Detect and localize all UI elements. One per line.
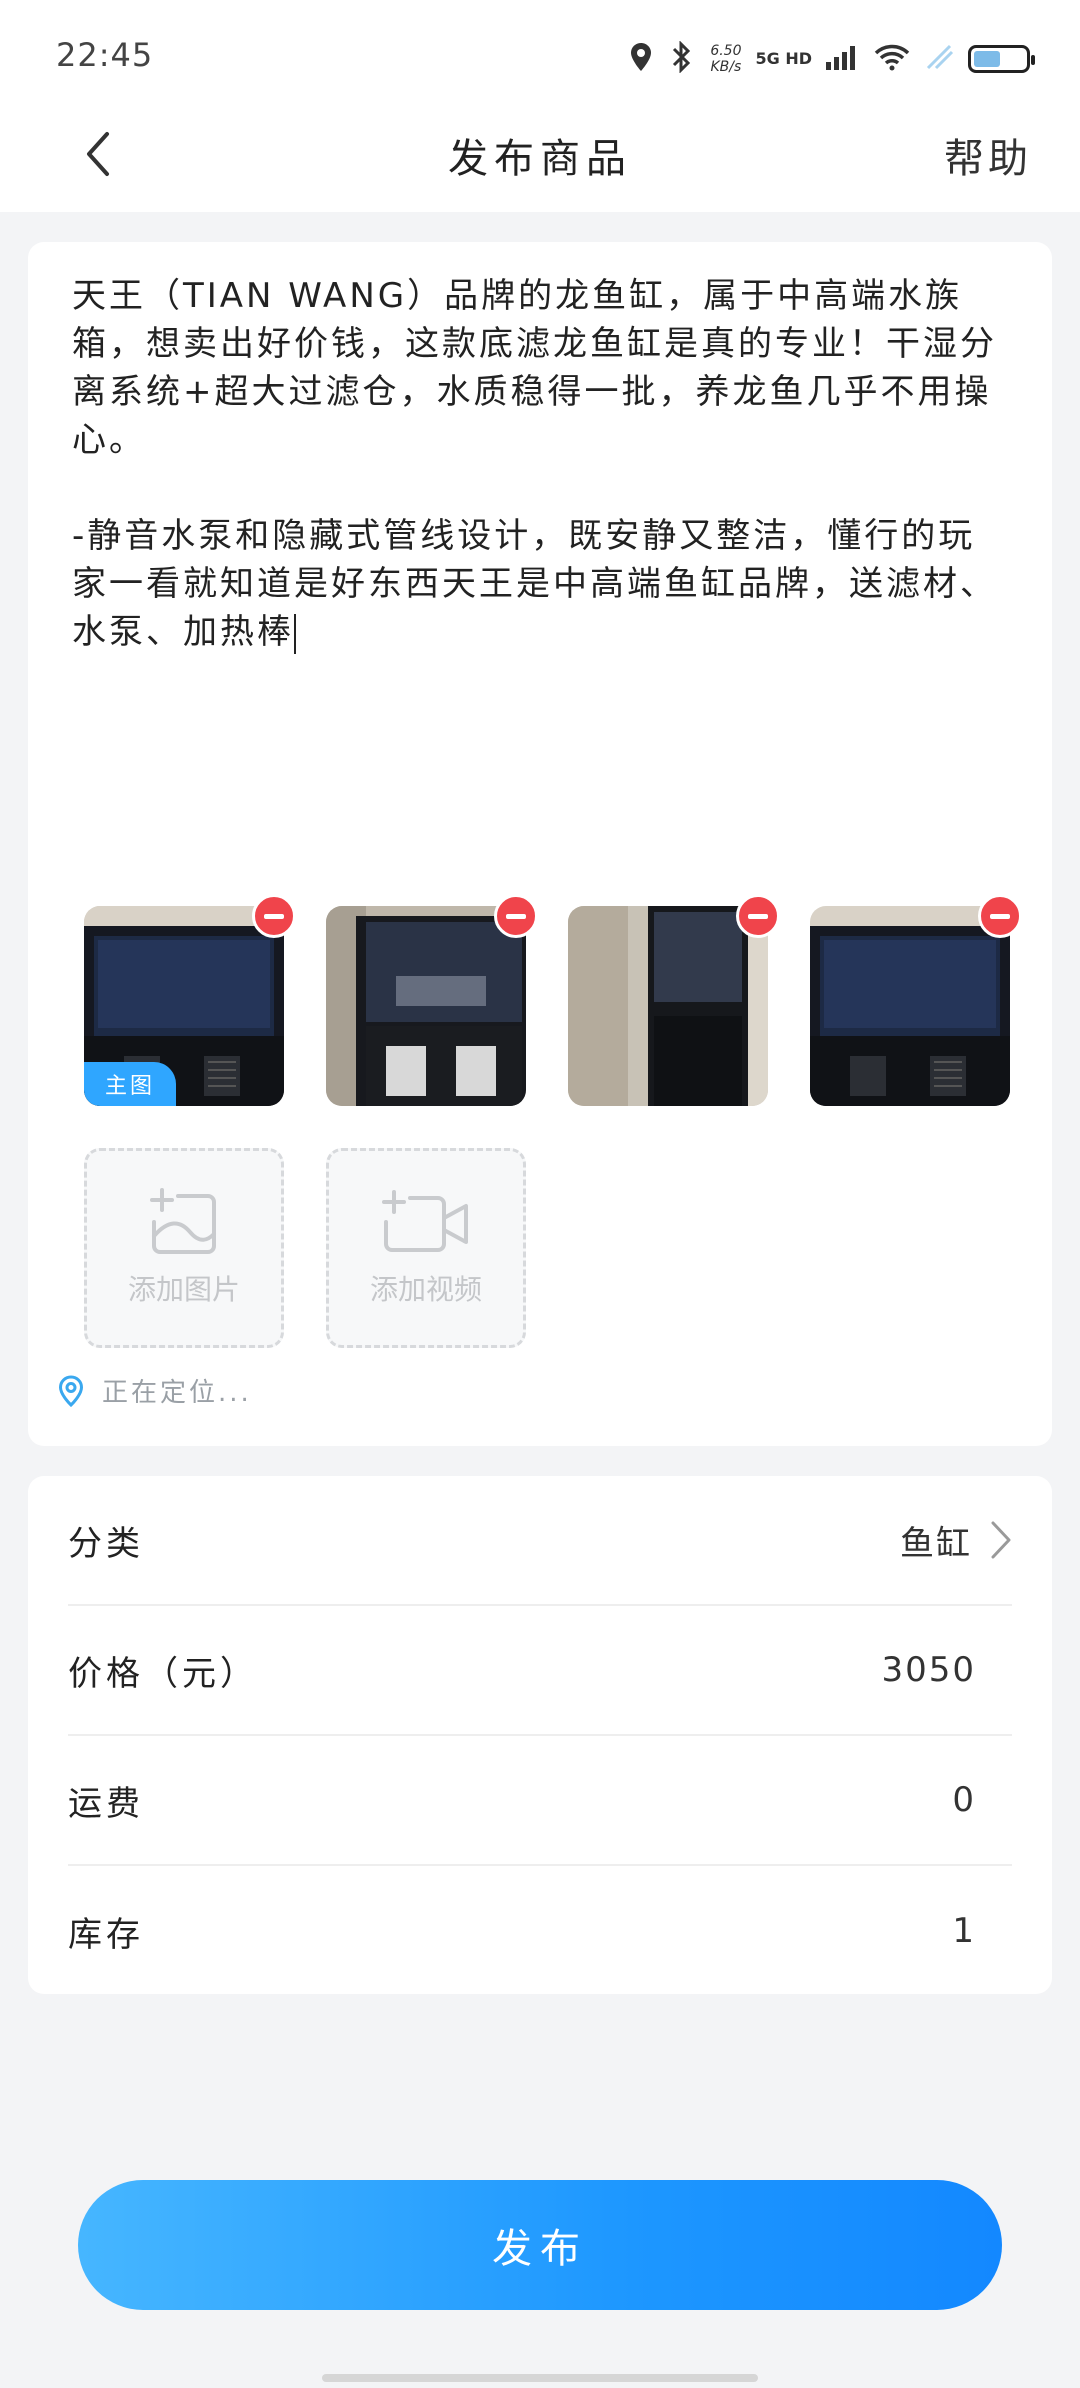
minus-icon [264,913,284,919]
minus-icon [506,913,526,919]
price-input[interactable]: 3050 [881,1650,976,1690]
minus-icon [748,913,768,919]
description-text: 天王（TIAN WANG）品牌的龙鱼缸，属于中高端水族箱，想卖出好价钱，这款底滤… [72,276,997,652]
listing-content-card: 天王（TIAN WANG）品牌的龙鱼缸，属于中高端水族箱，想卖出好价钱，这款底滤… [28,242,1052,1446]
shipping-row[interactable]: 运费 0 [68,1736,1012,1866]
photo-thumbnail[interactable] [326,894,538,1106]
location-status: 正在定位... [102,1378,252,1408]
net-speed: 6.50 KB/s [710,43,742,75]
battery-icon [968,45,1035,73]
location-row[interactable]: 正在定位... [58,1372,252,1409]
aquarium-photo [326,906,526,1106]
photo-thumbnail[interactable] [810,894,1022,1106]
help-link[interactable]: 帮助 [944,126,1032,184]
add-video-label: 添加视频 [369,1273,482,1306]
photo-thumbnail[interactable]: 主图 [84,894,296,1106]
minus-icon [990,913,1010,919]
network-type: 5G HD [755,49,812,68]
add-image-icon [150,1188,216,1254]
bluetooth-icon [666,40,696,77]
remove-photo-button[interactable] [736,894,780,938]
price-label: 价格（元） [68,1653,258,1694]
signal-icon [826,44,860,74]
home-indicator[interactable] [322,2374,758,2382]
main-image-badge: 主图 [84,1062,176,1106]
stock-label: 库存 [68,1914,144,1955]
aquarium-photo [810,906,1010,1106]
price-row[interactable]: 价格（元） 3050 [68,1606,1012,1736]
category-label: 分类 [68,1523,144,1564]
add-video-button[interactable]: 添加视频 [326,1148,526,1348]
status-bar: 22:45 6.50 KB/s 5G HD [0,0,1080,100]
aquarium-photo [568,906,768,1106]
add-photo-button[interactable]: 添加图片 [84,1148,284,1348]
wifi-icon [874,43,910,75]
remove-photo-button[interactable] [252,894,296,938]
publish-button[interactable]: 发布 [78,2180,1002,2310]
stock-row[interactable]: 库存 1 [68,1866,1012,1996]
remove-photo-button[interactable] [978,894,1022,938]
description-textarea[interactable]: 天王（TIAN WANG）品牌的龙鱼缸，属于中高端水族箱，想卖出好价钱，这款底滤… [72,272,1012,656]
category-value: 鱼缸 [900,1523,972,1564]
status-time: 22:45 [56,36,154,74]
text-caret [294,613,296,654]
location-icon [630,42,652,76]
add-photo-label: 添加图片 [127,1273,240,1306]
remove-photo-button[interactable] [494,894,538,938]
chevron-right-icon [991,1521,1011,1559]
status-icons: 6.50 KB/s 5G HD [630,36,1035,82]
page-title: 发布商品 [448,136,632,182]
app-header: 发布商品 帮助 [0,100,1080,212]
charging-icon [924,44,954,74]
category-row[interactable]: 分类 鱼缸 [68,1476,1012,1606]
shipping-label: 运费 [68,1783,144,1824]
photo-thumbnail[interactable] [568,894,780,1106]
location-pin-icon [58,1374,84,1407]
shipping-input[interactable]: 0 [952,1780,976,1820]
listing-fields-card: 分类 鱼缸 价格（元） 3050 运费 0 库存 1 [28,1476,1052,1994]
add-video-icon [382,1190,468,1252]
stock-input[interactable]: 1 [952,1911,976,1951]
